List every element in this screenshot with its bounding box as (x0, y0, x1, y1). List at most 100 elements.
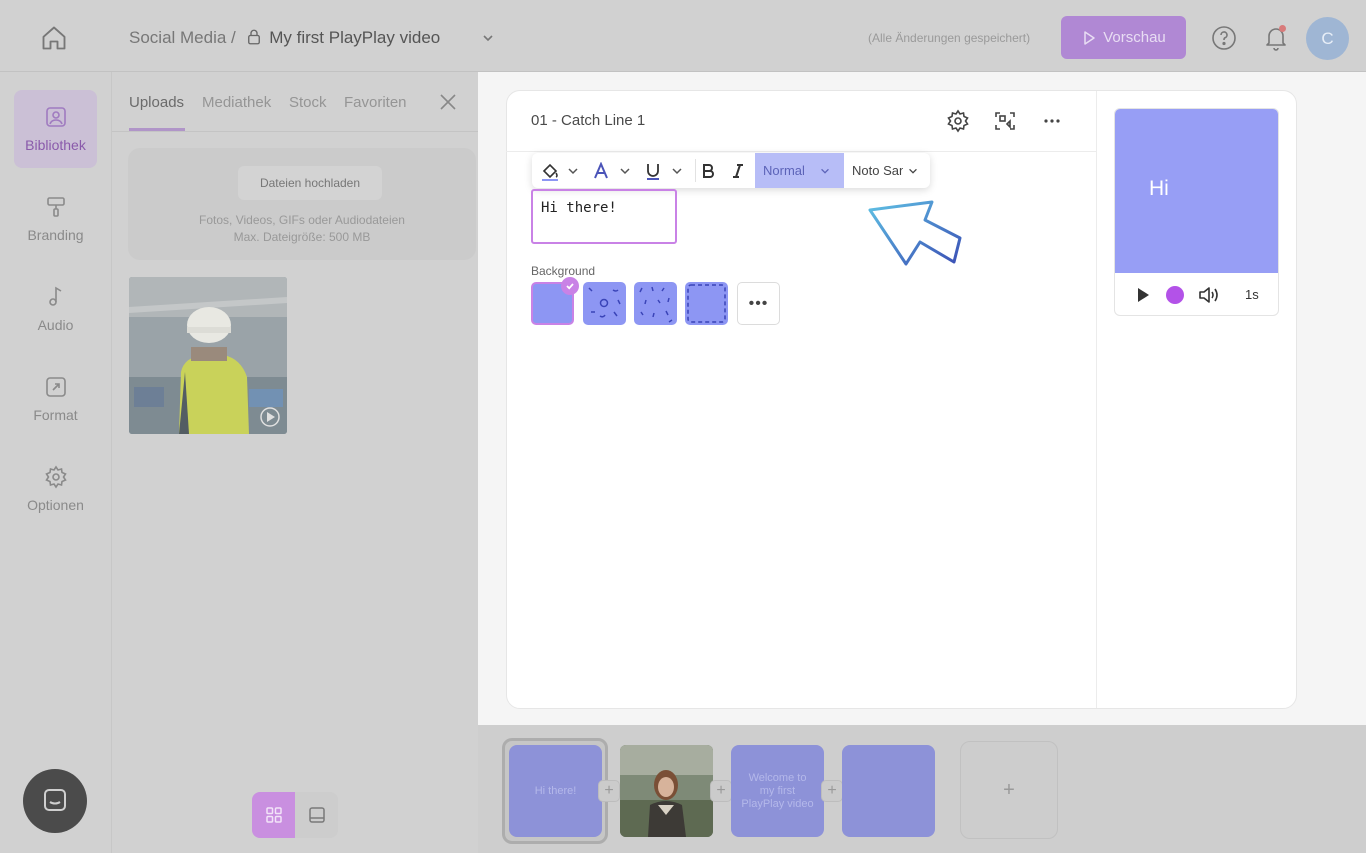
italic-button[interactable] (730, 153, 746, 188)
tab-favoriten[interactable]: Favoriten (344, 94, 407, 111)
tab-stock[interactable]: Stock (289, 94, 327, 111)
add-scene-button[interactable]: + (598, 780, 620, 802)
resize-icon (45, 377, 66, 397)
background-swatch-dashes[interactable] (634, 282, 677, 325)
music-note-icon (48, 286, 61, 306)
scene-thumbnail-2[interactable] (620, 745, 713, 837)
uploaded-video-thumbnail[interactable] (129, 277, 287, 434)
upload-hint-types: Fotos, Videos, GIFs oder Audiodateien (199, 213, 405, 227)
upload-files-button[interactable]: Dateien hochladen (238, 166, 382, 200)
breadcrumb-folder[interactable]: Social Media / (129, 28, 236, 47)
preview-text: Hi (1149, 177, 1169, 200)
notification-dot (1279, 25, 1286, 32)
gear-icon (44, 465, 67, 489)
image-icon (45, 107, 66, 127)
play-icon (1084, 30, 1095, 45)
gear-icon[interactable] (946, 109, 970, 133)
underline-button[interactable] (644, 153, 684, 188)
rail-item-audio[interactable]: Audio (14, 270, 97, 348)
grid-icon (265, 807, 282, 823)
more-backgrounds-button[interactable]: ••• (737, 282, 780, 325)
chevron-down-icon[interactable] (480, 30, 496, 46)
chevron-down-icon (909, 168, 917, 174)
play-icon[interactable] (1134, 286, 1152, 304)
volume-icon[interactable] (1198, 285, 1220, 305)
list-icon (308, 807, 325, 823)
preview-screen[interactable]: Hi (1115, 109, 1278, 273)
avatar[interactable]: C (1306, 17, 1349, 60)
upload-hint: Fotos, Videos, GIFs oder Audiodateien Ma… (128, 212, 476, 246)
bold-button[interactable] (700, 153, 716, 188)
library-panel: Uploads Mediathek Stock Favoriten Dateie… (112, 72, 478, 853)
tab-uploads[interactable]: Uploads (129, 94, 184, 111)
upload-dropzone[interactable]: Dateien hochladen Fotos, Videos, GIFs od… (128, 148, 476, 260)
text-color-button[interactable] (592, 153, 632, 188)
chevron-down-icon (620, 167, 630, 174)
divider (1096, 91, 1097, 708)
chevron-down-icon (672, 167, 682, 174)
help-icon[interactable] (1211, 25, 1237, 51)
paint-roller-icon (46, 197, 65, 217)
tab-mediathek[interactable]: Mediathek (202, 94, 271, 111)
chevron-down-icon (568, 167, 578, 174)
top-bar: Social Media / My first PlayPlay video (… (0, 0, 1366, 72)
underline-icon (647, 163, 659, 180)
rail-item-label: Format (33, 407, 78, 423)
woman-photo (620, 745, 713, 837)
font-select[interactable]: Noto Sans (846, 153, 930, 188)
project-name[interactable]: My first PlayPlay video (269, 28, 440, 47)
more-icon[interactable] (1040, 109, 1064, 133)
new-scene-button[interactable]: + (960, 741, 1058, 839)
scene-thumbnail-1[interactable]: Hi there! (509, 745, 602, 837)
text-format-toolbar: Normal Noto Sans (532, 153, 930, 188)
divider (506, 151, 1096, 152)
rail-item-label: Optionen (27, 497, 84, 513)
left-rail: Bibliothek Branding Audio Format Optione… (0, 72, 112, 853)
background-swatch-shapes[interactable] (583, 282, 626, 325)
upload-hint-size: Max. Dateigröße: 500 MB (233, 230, 371, 244)
rail-item-bibliothek[interactable]: Bibliothek (14, 90, 97, 168)
worker-photo (129, 277, 287, 434)
rail-item-label: Branding (27, 227, 84, 243)
scene-thumbnail-3[interactable]: Welcome to my first PlayPlay video (731, 745, 824, 837)
scene-thumbnail-4[interactable] (842, 745, 935, 837)
font-value: Noto Sans (852, 163, 903, 178)
duration-label[interactable]: 1s (1245, 287, 1259, 302)
rail-item-label: Audio (37, 317, 74, 333)
library-tabs: Uploads Mediathek Stock Favoriten (112, 72, 478, 132)
preview-label: Vorschau (1103, 29, 1166, 46)
preview-card: Hi 1s (1114, 108, 1279, 316)
list-view-button[interactable] (295, 792, 338, 838)
rail-item-optionen[interactable]: Optionen (14, 450, 97, 528)
divider (695, 159, 696, 182)
lock-icon (247, 29, 260, 45)
catch-line-text-input[interactable]: Hi there! (531, 189, 677, 244)
text-style-select[interactable]: Normal (755, 153, 844, 188)
preview-button[interactable]: Vorschau (1061, 16, 1186, 59)
italic-icon (733, 163, 743, 178)
save-status: (Alle Änderungen gespeichert) (868, 31, 1031, 45)
bold-icon (703, 163, 714, 178)
add-scene-button[interactable]: + (710, 780, 732, 802)
chevron-down-icon (821, 168, 829, 174)
paint-bucket-icon (542, 163, 558, 181)
check-icon (561, 277, 579, 295)
scene-title: 01 - Catch Line 1 (531, 112, 646, 129)
color-dot[interactable] (1166, 286, 1184, 304)
chat-button[interactable] (23, 769, 87, 833)
breadcrumb[interactable]: Social Media / My first PlayPlay video (129, 28, 440, 48)
rail-item-format[interactable]: Format (14, 360, 97, 438)
home-icon[interactable] (40, 24, 68, 52)
add-scene-button[interactable]: + (821, 780, 843, 802)
view-toggle (252, 792, 338, 838)
grid-view-button[interactable] (252, 792, 295, 838)
text-color-icon (594, 161, 608, 178)
background-label: Background (531, 264, 596, 278)
rail-item-branding[interactable]: Branding (14, 180, 97, 258)
active-tab-indicator (129, 128, 185, 131)
background-swatch-frame[interactable] (685, 282, 728, 325)
pointer-arrow-icon (868, 200, 962, 266)
swap-template-icon[interactable] (993, 109, 1017, 133)
fill-color-button[interactable] (540, 153, 580, 188)
close-icon[interactable] (438, 92, 458, 112)
